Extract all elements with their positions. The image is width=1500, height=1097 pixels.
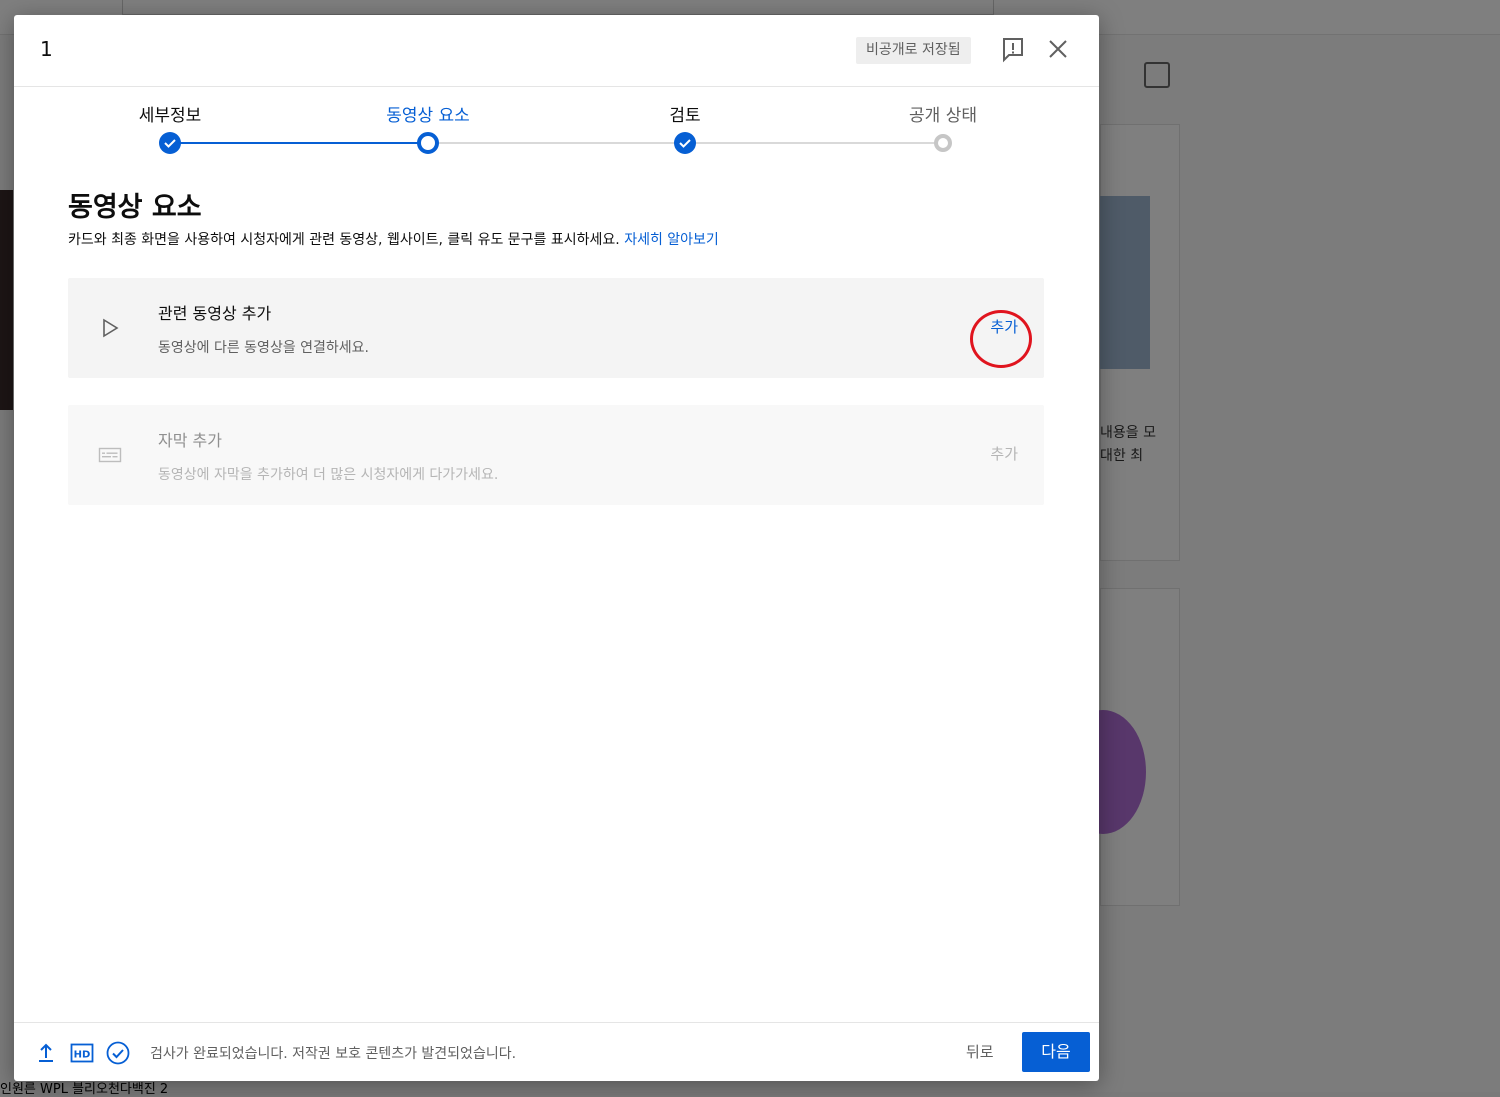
subtitles-icon (98, 443, 122, 467)
step-visibility-label[interactable]: 공개 상태 (909, 101, 977, 126)
checks-complete-icon[interactable] (106, 1041, 130, 1065)
section-description: 카드와 최종 화면을 사용하여 시청자에게 관련 동영상, 웹사이트, 클릭 유… (68, 229, 719, 249)
step-details-check-icon[interactable] (159, 132, 181, 154)
back-button[interactable]: 뒤로 (966, 1041, 994, 1062)
learn-more-link[interactable]: 자세히 알아보기 (624, 232, 719, 248)
step-visibility-dot[interactable] (934, 134, 952, 152)
dialog-footer: HD 검사가 완료되었습니다. 저작권 보호 콘텐츠가 발견되었습니다. 뒤로 … (14, 1022, 1099, 1082)
upload-icon[interactable] (34, 1041, 58, 1065)
saved-status-badge: 비공개로 저장됨 (856, 37, 971, 64)
checks-status-text: 검사가 완료되었습니다. 저작권 보호 콘텐츠가 발견되었습니다. (150, 1046, 517, 1062)
hd-icon[interactable]: HD (70, 1041, 94, 1065)
progress-stepper: 세부정보 동영상 요소 검토 공개 상태 (14, 87, 1099, 167)
step-video-elements-dot[interactable] (417, 132, 439, 154)
close-icon[interactable] (1044, 35, 1072, 63)
feedback-icon[interactable] (999, 35, 1027, 63)
upload-dialog: 1 비공개로 저장됨 세부정보 동영상 요소 검토 공개 상태 동영상 요소 카… (14, 15, 1099, 1081)
svg-text:HD: HD (74, 1050, 91, 1061)
step-checks-label[interactable]: 검토 (669, 101, 700, 126)
subtitles-title: 자막 추가 (158, 431, 222, 450)
subtitles-subtitle: 동영상에 자막을 추가하여 더 많은 시청자에게 다가가세요. (158, 467, 499, 483)
add-related-video-button[interactable]: 추가 (990, 316, 1018, 337)
related-video-subtitle: 동영상에 다른 동영상을 연결하세요. (158, 340, 369, 356)
add-subtitles-button: 추가 (990, 445, 1018, 463)
next-button[interactable]: 다음 (1022, 1032, 1090, 1072)
related-video-title: 관련 동영상 추가 (158, 304, 272, 323)
subtitles-card: 자막 추가 동영상에 자막을 추가하여 더 많은 시청자에게 다가가세요. 추가 (68, 405, 1044, 505)
step-connector (170, 142, 428, 144)
play-icon (98, 316, 122, 340)
section-description-text: 카드와 최종 화면을 사용하여 시청자에게 관련 동영상, 웹사이트, 클릭 유… (68, 232, 620, 248)
related-video-card: 관련 동영상 추가 동영상에 다른 동영상을 연결하세요. 추가 (68, 278, 1044, 378)
step-video-elements-label[interactable]: 동영상 요소 (386, 101, 470, 126)
dialog-title: 1 (40, 37, 53, 61)
step-checks-check-icon[interactable] (674, 132, 696, 154)
dialog-header: 1 비공개로 저장됨 (14, 15, 1099, 87)
section-title: 동영상 요소 (68, 192, 202, 223)
step-details-label[interactable]: 세부정보 (139, 101, 202, 126)
